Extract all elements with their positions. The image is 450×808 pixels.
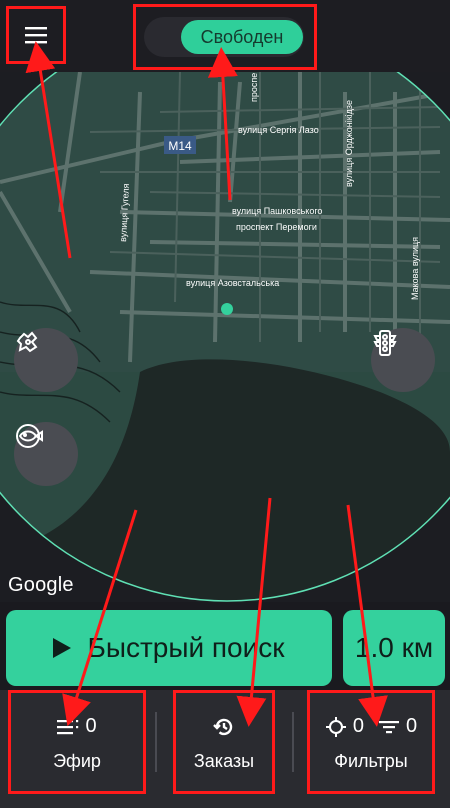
traffic-button[interactable]: [371, 328, 435, 392]
air-count: 0: [85, 715, 97, 737]
street-azov-label: вулиця Азовстальська: [186, 278, 279, 288]
tab-air-label: Эфир: [53, 750, 101, 771]
radius-label: 1.0 км: [354, 632, 434, 663]
crosshair-icon: [325, 716, 346, 737]
prospekt-label: проспект Перемоги: [236, 222, 317, 232]
traffic-light-icon: [373, 330, 397, 356]
filters-count: 0: [406, 715, 418, 737]
status-toggle-frame: Свободен: [133, 4, 317, 70]
zones-button[interactable]: [14, 328, 78, 392]
google-logo: Google: [8, 574, 74, 596]
top-bar: Свободен: [0, 0, 450, 72]
puzzle-location-icon: [16, 331, 38, 353]
current-location-dot: [221, 303, 233, 315]
divider: [292, 712, 294, 772]
quick-search-label: Быстрый поиск: [87, 632, 285, 663]
filters-loc-count: 0: [352, 715, 364, 737]
menu-button[interactable]: [6, 6, 66, 64]
map-view[interactable]: M14 вулиця Сергія Лазо вулиця Пашковсько…: [0, 72, 450, 602]
hamburger-icon: [25, 27, 47, 44]
tab-filters[interactable]: 0 0 Фильтры: [307, 690, 435, 794]
m14-label: M14: [168, 139, 192, 153]
status-toggle[interactable]: Свободен: [144, 17, 304, 57]
street-mak-label: Макова вулиця: [410, 237, 420, 300]
street-lazo-label: вулиця Сергія Лазо: [238, 125, 319, 135]
filter-icon: [379, 720, 399, 733]
play-icon: [53, 638, 72, 658]
divider: [155, 712, 157, 772]
street-prosp-label: проспе: [249, 73, 259, 102]
list-icon: [57, 719, 79, 734]
tab-orders[interactable]: Заказы: [173, 690, 275, 794]
radius-button[interactable]: 1.0 км: [343, 610, 445, 686]
street-ordzh-label: вулиця Орджонікідзе: [344, 100, 354, 187]
bottom-tab-bar: 0 Эфир Заказы 0 0 Фильтры: [0, 690, 450, 808]
quick-search-button[interactable]: Быстрый поиск: [6, 610, 332, 686]
tab-orders-label: Заказы: [193, 750, 255, 771]
fish-icon: [16, 424, 43, 448]
history-icon: [213, 718, 233, 735]
street-pashk-label: вулиця Пашковського: [232, 206, 322, 216]
tab-air[interactable]: 0 Эфир: [8, 690, 146, 794]
fishing-button[interactable]: [14, 422, 78, 486]
status-label: Свободен: [181, 20, 303, 54]
tab-filters-label: Фильтры: [334, 750, 408, 771]
